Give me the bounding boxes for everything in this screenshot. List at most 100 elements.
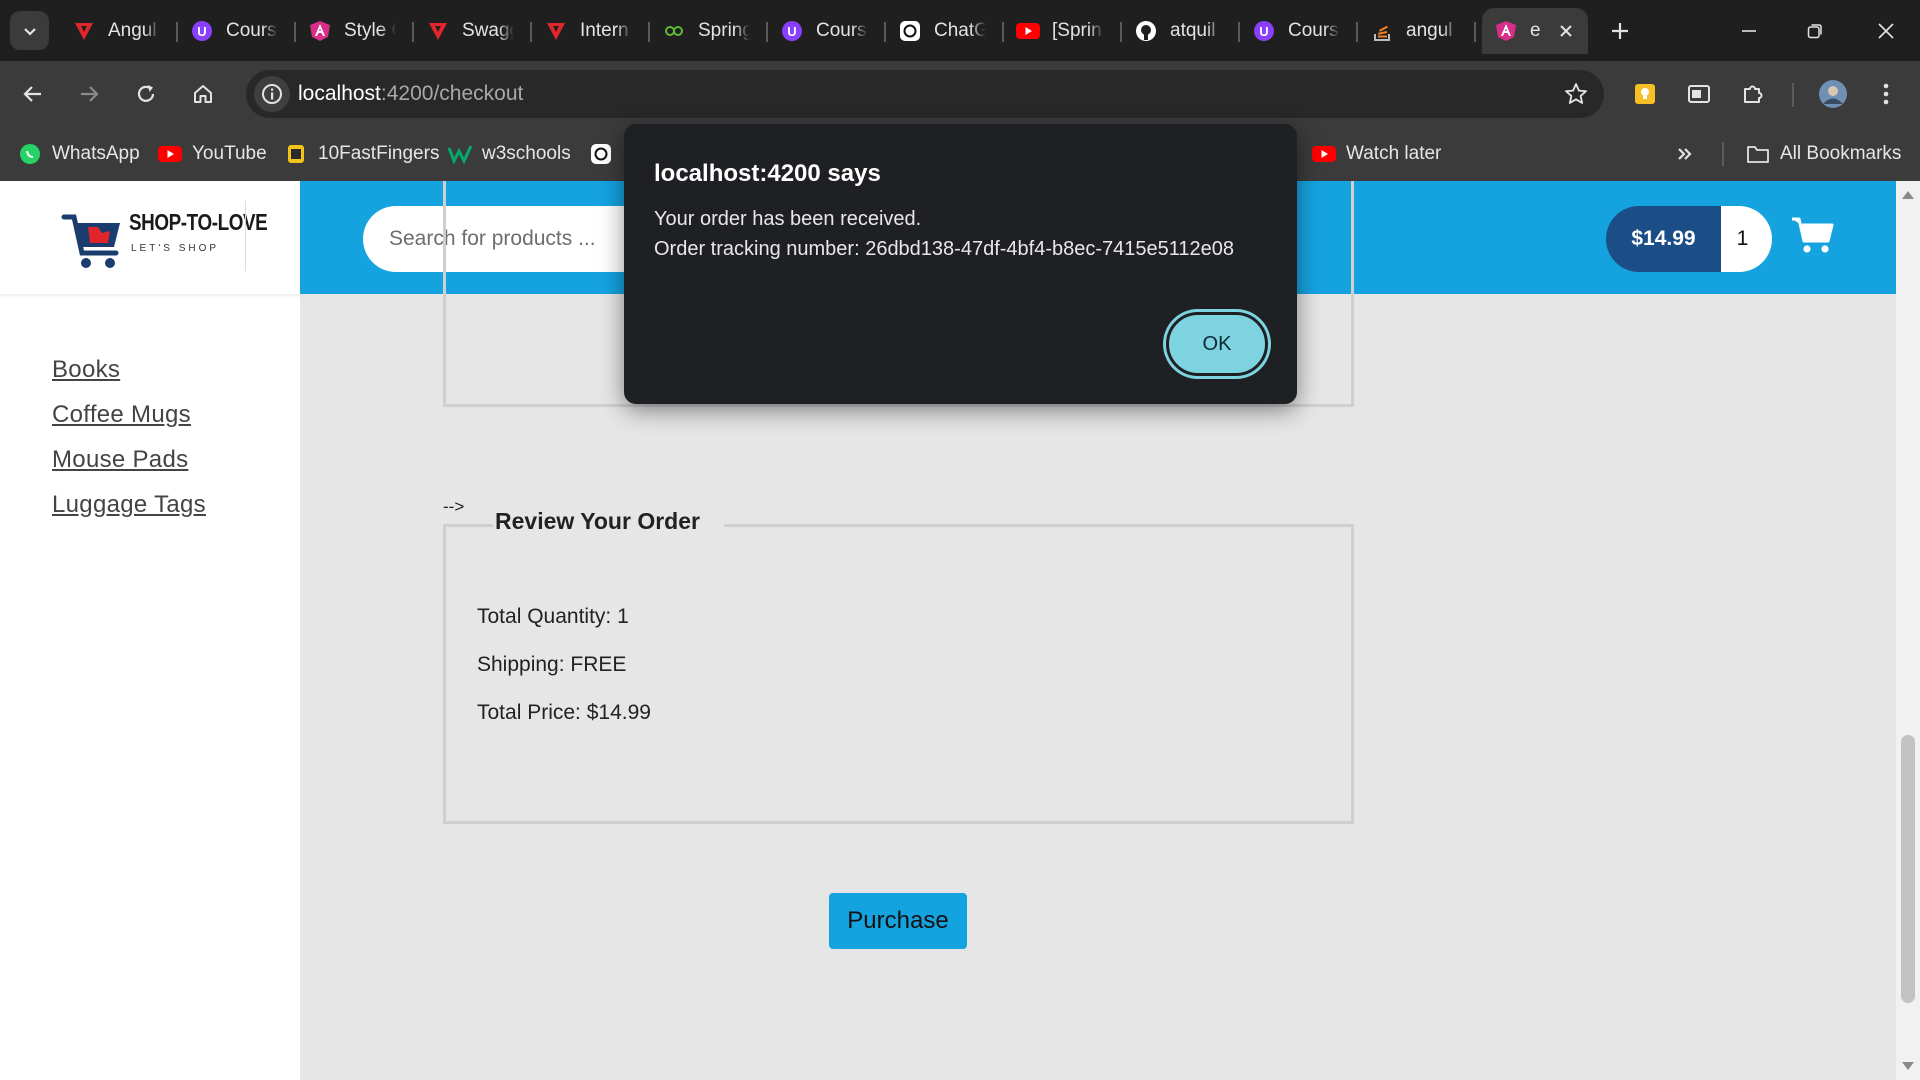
profile-button[interactable] <box>1813 74 1853 114</box>
svg-text:U: U <box>1259 24 1268 39</box>
url-host: localhost <box>298 82 381 105</box>
scroll-up-arrow-icon[interactable] <box>1902 191 1914 199</box>
home-icon <box>194 85 212 103</box>
bookmark-star-button[interactable] <box>1562 80 1590 108</box>
all-bookmarks-button[interactable]: All Bookmarks <box>1746 138 1901 170</box>
browser-tab[interactable]: angul <box>1358 8 1476 54</box>
bookmark-whatsapp[interactable]: WhatsApp <box>18 138 140 170</box>
toolbar-divider <box>1792 83 1794 107</box>
browser-tab[interactable]: U Cours <box>768 8 886 54</box>
angular-red-icon <box>544 19 568 43</box>
extension-keep-button[interactable] <box>1625 74 1665 114</box>
browser-tab[interactable]: ChatG <box>886 8 1004 54</box>
home-button[interactable] <box>183 74 223 114</box>
browser-toolbar: localhost:4200/checkout <box>0 61 1920 127</box>
stackoverflow-icon <box>1370 19 1394 43</box>
browser-tab[interactable]: Style G <box>296 8 414 54</box>
tab-title: Swagg <box>462 20 514 41</box>
whatsapp-icon <box>18 142 42 166</box>
dialog-message-line-2: Order tracking number: 26dbd138-47df-4bf… <box>654 238 1235 260</box>
minimize-button[interactable] <box>1716 0 1782 61</box>
new-tab-button[interactable] <box>1600 8 1640 54</box>
browser-tab-strip: Angul U Cours Style G Swagg Intern Sprin… <box>0 0 1920 61</box>
bookmark-label: YouTube <box>192 143 267 164</box>
bookmark-label: WhatsApp <box>52 143 140 164</box>
10fastfingers-icon <box>284 142 308 166</box>
chatgpt-icon <box>898 19 922 43</box>
address-bar[interactable]: localhost:4200/checkout <box>246 70 1604 118</box>
browser-tab[interactable]: Angul <box>60 8 178 54</box>
page-scrollbar[interactable] <box>1896 181 1920 1080</box>
bookmark-w3schools[interactable]: w3schools <box>448 138 571 170</box>
media-control-button[interactable] <box>1679 74 1719 114</box>
minimize-icon <box>1742 29 1756 32</box>
star-icon <box>1565 83 1587 104</box>
restore-icon <box>1807 23 1822 38</box>
puzzle-icon <box>1744 85 1763 103</box>
bookmarks-divider <box>1722 142 1724 166</box>
keep-notes-icon <box>1635 84 1655 104</box>
browser-tab[interactable]: Spring <box>650 8 768 54</box>
forward-button[interactable] <box>69 74 109 114</box>
browser-menu-button[interactable] <box>1866 74 1906 114</box>
browser-tab[interactable]: atquil <box>1122 8 1240 54</box>
close-tab-button[interactable] <box>1554 19 1578 43</box>
category-link-books[interactable]: Books <box>52 356 120 384</box>
close-window-button[interactable] <box>1853 0 1919 61</box>
shipping-cost: Shipping: FREE <box>477 653 627 676</box>
bookmark-10fastfingers[interactable]: 10FastFingers <box>284 138 439 170</box>
tab-search-button[interactable] <box>10 11 49 50</box>
back-button[interactable] <box>13 74 53 114</box>
site-logo[interactable]: SHOP-TO-LOVE LET'S SHOP <box>0 181 300 294</box>
info-icon <box>262 84 282 104</box>
cart-quantity: 1 <box>1721 206 1772 272</box>
browser-tab[interactable]: [Sprin <box>1004 8 1122 54</box>
bookmark-watch-later[interactable]: Watch later <box>1312 138 1441 170</box>
tab-title: Cours <box>226 20 277 41</box>
tab-title: Intern <box>580 20 629 41</box>
url-path: :4200/checkout <box>380 82 524 105</box>
svg-text:U: U <box>787 24 796 39</box>
tab-title: e <box>1530 20 1541 41</box>
plus-icon <box>1612 23 1628 39</box>
category-link-luggage-tags[interactable]: Luggage Tags <box>52 491 206 519</box>
logo-tagline: LET'S SHOP <box>131 243 220 254</box>
browser-tab[interactable]: U Cours <box>1240 8 1358 54</box>
browser-tab[interactable]: Swagg <box>414 8 532 54</box>
udemy-icon: U <box>1252 19 1276 43</box>
udemy-icon: U <box>190 19 214 43</box>
browser-tab[interactable]: Intern <box>532 8 650 54</box>
youtube-icon <box>1016 19 1040 43</box>
scrollbar-thumb[interactable] <box>1901 735 1915 1003</box>
angular-red-icon <box>72 19 96 43</box>
purchase-button[interactable]: Purchase <box>829 893 967 949</box>
alert-dialog: localhost:4200 says Your order has been … <box>624 124 1297 404</box>
angular-icon <box>1494 19 1518 43</box>
bookmarks-overflow-button[interactable] <box>1676 138 1694 170</box>
logo-title: SHOP-TO-LOVE <box>129 209 268 235</box>
browser-tab[interactable]: U Cours <box>178 8 296 54</box>
bookmark-label: 10FastFingers <box>318 143 440 164</box>
ok-button[interactable]: OK <box>1166 312 1268 376</box>
extensions-button[interactable] <box>1733 74 1773 114</box>
bookmark-youtube[interactable]: YouTube <box>158 138 267 170</box>
media-icon <box>1688 85 1710 103</box>
reload-button[interactable] <box>126 74 166 114</box>
site-info-button[interactable] <box>254 76 290 112</box>
scroll-down-arrow-icon[interactable] <box>1902 1062 1914 1070</box>
chatgpt-icon <box>589 142 613 166</box>
browser-tab-active[interactable]: e <box>1482 8 1588 54</box>
tab-title: ChatG <box>934 20 986 41</box>
udemy-icon: U <box>780 19 804 43</box>
tab-title: Angul <box>108 20 157 41</box>
close-icon <box>1560 25 1572 37</box>
cart-icon[interactable] <box>1790 215 1834 255</box>
bookmark-chatgpt[interactable] <box>589 138 623 170</box>
restore-button[interactable] <box>1782 0 1848 61</box>
url-text: localhost:4200/checkout <box>298 82 523 106</box>
category-link-coffee-mugs[interactable]: Coffee Mugs <box>52 401 191 429</box>
dialog-title: localhost:4200 says <box>654 160 881 187</box>
category-link-mouse-pads[interactable]: Mouse Pads <box>52 446 188 474</box>
more-vertical-icon <box>1883 83 1889 105</box>
stray-comment-text: --> <box>443 497 465 516</box>
